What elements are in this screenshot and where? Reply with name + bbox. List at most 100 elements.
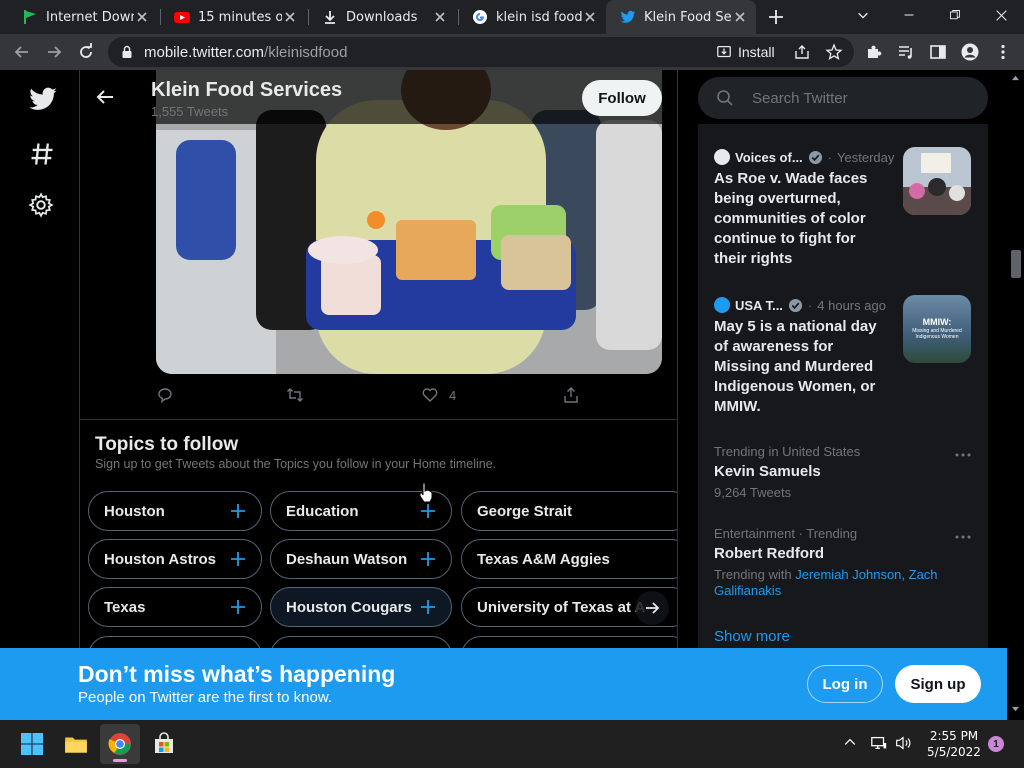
explore-hashtag-icon[interactable] <box>28 140 58 170</box>
trend-item[interactable]: Trending in United States Kevin Samuels … <box>714 444 974 501</box>
reply-button[interactable] <box>156 386 174 404</box>
dot-separator: · <box>807 297 813 313</box>
signup-button[interactable]: Sign up <box>895 665 981 703</box>
tray-overflow-chevron-icon[interactable] <box>842 734 862 754</box>
show-more-link[interactable]: Show more <box>714 628 790 645</box>
search-icon <box>716 89 734 107</box>
settings-gear-icon[interactable] <box>28 192 58 222</box>
media-queue-icon[interactable] <box>897 43 915 61</box>
start-button[interactable] <box>12 724 52 764</box>
like-button[interactable]: 4 <box>421 386 456 404</box>
trend-item[interactable]: Entertainment · Trending Robert Redford … <box>714 526 974 599</box>
topic-label: Texas A&M Aggies <box>477 550 610 568</box>
scroll-down-arrow-icon[interactable] <box>1011 706 1020 713</box>
topic-chip-houston-astros[interactable]: Houston Astros <box>88 539 262 579</box>
profile-name: Klein Food Services <box>151 79 343 101</box>
plus-icon[interactable] <box>419 598 437 616</box>
tab-downloads[interactable]: Downloads <box>308 0 456 34</box>
share-upload-icon <box>562 386 580 404</box>
taskbar-microsoft-store[interactable] <box>144 724 184 764</box>
heart-icon <box>421 386 439 404</box>
windows-logo-icon <box>20 732 44 756</box>
plus-icon[interactable] <box>419 550 437 568</box>
topic-label: Texas <box>104 598 146 616</box>
search-input[interactable] <box>752 89 972 107</box>
close-icon[interactable] <box>432 9 448 25</box>
plus-icon[interactable] <box>229 550 247 568</box>
notification-badge[interactable]: 1 <box>988 736 1004 752</box>
tab-internet-download[interactable]: Internet Downlo <box>8 0 158 34</box>
close-icon[interactable] <box>134 9 150 25</box>
trend-context-prefix: Trending with <box>714 567 792 582</box>
scroll-up-arrow-icon[interactable] <box>1011 74 1020 81</box>
close-window-icon[interactable] <box>978 0 1024 30</box>
side-panel-icon[interactable] <box>929 43 947 61</box>
search-box[interactable] <box>698 77 988 119</box>
close-icon[interactable] <box>282 9 298 25</box>
source-logo-icon <box>714 149 730 165</box>
topic-chip-houston[interactable]: Houston <box>88 491 262 531</box>
tab-twitter-active[interactable]: Klein Food Servi <box>606 0 756 34</box>
topic-chip-texas-am-aggies[interactable]: Texas A&M Aggies <box>461 539 677 579</box>
volume-icon[interactable] <box>894 734 914 754</box>
restore-icon[interactable] <box>932 0 978 30</box>
login-button[interactable]: Log in <box>807 665 883 703</box>
retweet-icon <box>286 386 304 404</box>
taskbar-chrome[interactable] <box>100 724 140 764</box>
profile-avatar-icon[interactable] <box>961 43 979 61</box>
topic-chip-houston-cougars[interactable]: Houston Cougars <box>270 587 452 627</box>
tab-title: Downloads <box>346 9 418 25</box>
twitter-logo-icon[interactable] <box>28 84 58 114</box>
news-headline: As Roe v. Wade faces being overturned, c… <box>714 170 868 267</box>
share-icon[interactable] <box>793 43 811 61</box>
source-logo-icon <box>714 297 730 313</box>
extensions-puzzle-icon[interactable] <box>865 43 883 61</box>
more-options-icon[interactable] <box>954 528 972 546</box>
tab-google-search[interactable]: klein isd food - <box>458 0 606 34</box>
plus-icon[interactable] <box>229 502 247 520</box>
page-scrollbar[interactable] <box>1007 70 1024 718</box>
topic-chip-partial[interactable] <box>270 636 452 648</box>
news-thumbnail[interactable] <box>903 147 971 215</box>
like-count: 4 <box>449 387 457 403</box>
news-thumbnail[interactable]: MMIW: Missing and Murdered Indigenous Wo… <box>903 295 971 363</box>
back-arrow-icon[interactable] <box>94 86 116 108</box>
tab-title: klein isd food - <box>496 9 582 25</box>
chrome-menu-icon[interactable] <box>994 43 1012 61</box>
install-app-button[interactable]: Install <box>716 40 775 64</box>
tab-youtube[interactable]: 15 minutes of y <box>160 0 306 34</box>
reload-icon[interactable] <box>76 42 96 62</box>
topic-chip-texas[interactable]: Texas <box>88 587 262 627</box>
browser-tab-strip: Internet Downlo 15 minutes of y Download… <box>0 0 1024 34</box>
plus-icon[interactable] <box>419 502 437 520</box>
scroll-right-button[interactable] <box>635 591 669 625</box>
minimize-icon[interactable] <box>886 0 932 30</box>
idm-flag-icon <box>22 9 38 25</box>
bookmark-star-icon[interactable] <box>825 43 843 61</box>
share-tweet-button[interactable] <box>562 386 580 404</box>
topic-chip-partial[interactable] <box>461 636 677 648</box>
whats-happening-panel: Voices of... · Yesterday As Roe v. Wade … <box>698 124 988 648</box>
browser-toolbar: mobile.twitter.com/kleinisdfood Install <box>0 34 1024 70</box>
more-options-icon[interactable] <box>954 446 972 464</box>
topic-chip-george-strait[interactable]: George Strait <box>461 491 677 531</box>
plus-icon[interactable] <box>229 598 247 616</box>
back-icon[interactable] <box>12 42 32 62</box>
forward-icon[interactable] <box>44 42 64 62</box>
scrollbar-thumb[interactable] <box>1011 250 1021 278</box>
trend-tweet-count: 9,264 Tweets <box>714 485 792 500</box>
taskbar-file-explorer[interactable] <box>56 724 96 764</box>
system-clock[interactable]: 2:55 PM 5/5/2022 <box>920 728 988 760</box>
retweet-button[interactable] <box>286 386 304 404</box>
tab-search-chevron-icon[interactable] <box>840 0 886 30</box>
network-icon[interactable] <box>870 734 890 754</box>
topic-chip-deshaun-watson[interactable]: Deshaun Watson <box>270 539 452 579</box>
tweet-count: 1,555 Tweets <box>151 104 229 119</box>
topic-label: Houston Astros <box>104 550 216 568</box>
signup-banner: Don’t miss what’s happening People on Tw… <box>0 648 1007 720</box>
close-icon[interactable] <box>582 9 598 25</box>
follow-button[interactable]: Follow <box>582 80 662 116</box>
topic-chip-partial[interactable] <box>88 636 262 648</box>
new-tab-plus-icon[interactable] <box>766 7 786 27</box>
close-icon[interactable] <box>732 9 748 25</box>
